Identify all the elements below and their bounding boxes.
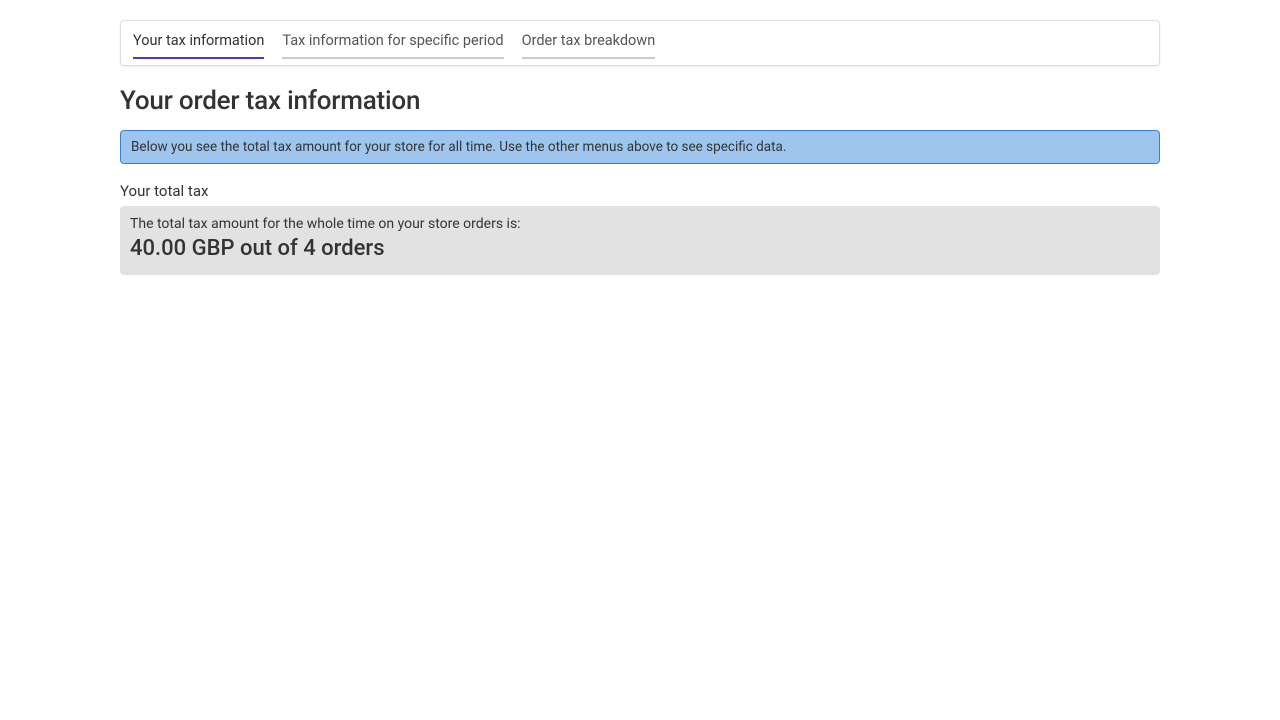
total-tax-value: 40.00 GBP out of 4 orders	[130, 236, 1150, 261]
total-tax-label: Your total tax	[120, 182, 1160, 200]
tabs-container: Your tax information Tax information for…	[120, 20, 1160, 66]
page-title: Your order tax information	[120, 86, 1160, 116]
total-tax-caption: The total tax amount for the whole time …	[130, 216, 1150, 232]
tab-specific-period[interactable]: Tax information for specific period	[282, 31, 503, 59]
tab-order-breakdown[interactable]: Order tax breakdown	[522, 31, 656, 59]
info-banner: Below you see the total tax amount for y…	[120, 130, 1160, 164]
tab-your-tax-information[interactable]: Your tax information	[133, 31, 264, 59]
total-tax-box: The total tax amount for the whole time …	[120, 206, 1160, 275]
tabs: Your tax information Tax information for…	[133, 31, 1147, 59]
